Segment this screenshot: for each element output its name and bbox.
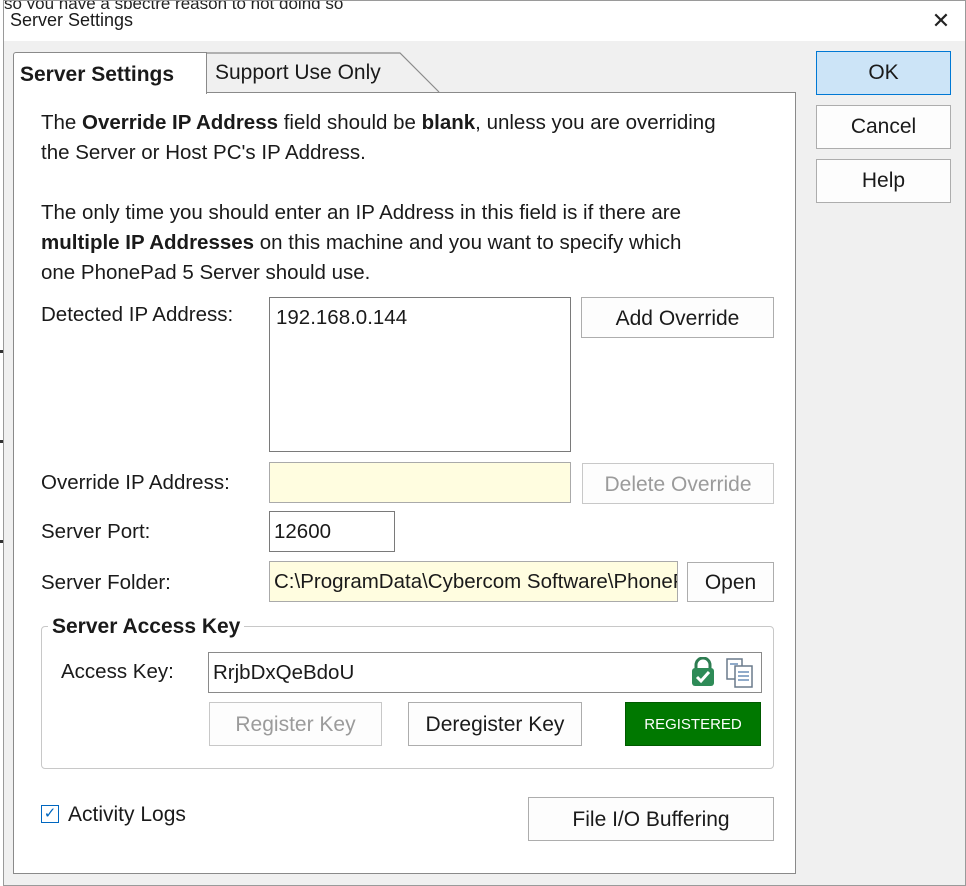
tab-label: Server Settings bbox=[20, 63, 175, 86]
detected-ip-label: Detected IP Address: bbox=[41, 303, 234, 326]
access-key-group bbox=[41, 626, 774, 769]
activity-logs-checkbox[interactable]: ✓ bbox=[41, 805, 59, 823]
register-key-button[interactable]: Register Key bbox=[209, 702, 382, 746]
window-title: Server Settings bbox=[10, 10, 134, 30]
override-ip-input[interactable] bbox=[269, 462, 571, 503]
background-window-text: so you have a spectre reason to not doin… bbox=[4, 1, 424, 9]
close-icon[interactable]: ✕ bbox=[924, 5, 958, 37]
server-port-label: Server Port: bbox=[41, 520, 151, 543]
server-folder-input[interactable]: C:\ProgramData\Cybercom Software\PhonePa… bbox=[269, 561, 678, 602]
tab-server-settings[interactable]: Server Settings bbox=[13, 52, 207, 94]
registered-status-badge: REGISTERED bbox=[625, 702, 761, 746]
file-io-buffering-button[interactable]: File I/O Buffering bbox=[528, 797, 774, 841]
server-folder-label: Server Folder: bbox=[41, 571, 171, 594]
activity-logs-label: Activity Logs bbox=[68, 803, 186, 826]
lock-check-icon bbox=[692, 657, 714, 686]
help-button[interactable]: Help bbox=[816, 159, 951, 203]
intro-paragraph-1: The Override IP Address field should be … bbox=[41, 111, 716, 164]
copy-icon[interactable] bbox=[724, 657, 756, 689]
override-ip-label: Override IP Address: bbox=[41, 471, 230, 494]
access-key-value: RrjbDxQeBdoU bbox=[213, 661, 355, 684]
title-bar: so you have a spectre reason to not doin… bbox=[4, 1, 965, 41]
access-key-group-title: Server Access Key bbox=[48, 615, 245, 639]
server-port-input[interactable]: 12600 bbox=[269, 511, 395, 552]
access-key-input[interactable]: RrjbDxQeBdoU bbox=[208, 652, 762, 693]
detected-ip-list[interactable]: 192.168.0.144 bbox=[269, 297, 571, 452]
list-item[interactable]: 192.168.0.144 bbox=[276, 306, 570, 330]
deregister-key-button[interactable]: Deregister Key bbox=[408, 702, 582, 746]
tab-label: Support Use Only bbox=[215, 61, 381, 84]
open-folder-button[interactable]: Open bbox=[687, 562, 774, 602]
cancel-button[interactable]: Cancel bbox=[816, 105, 951, 149]
add-override-button[interactable]: Add Override bbox=[581, 297, 774, 338]
ok-button[interactable]: OK bbox=[816, 51, 951, 95]
access-key-label: Access Key: bbox=[61, 660, 174, 683]
intro-paragraph-2: The only time you should enter an IP Add… bbox=[41, 201, 682, 284]
delete-override-button[interactable]: Delete Override bbox=[582, 463, 774, 504]
